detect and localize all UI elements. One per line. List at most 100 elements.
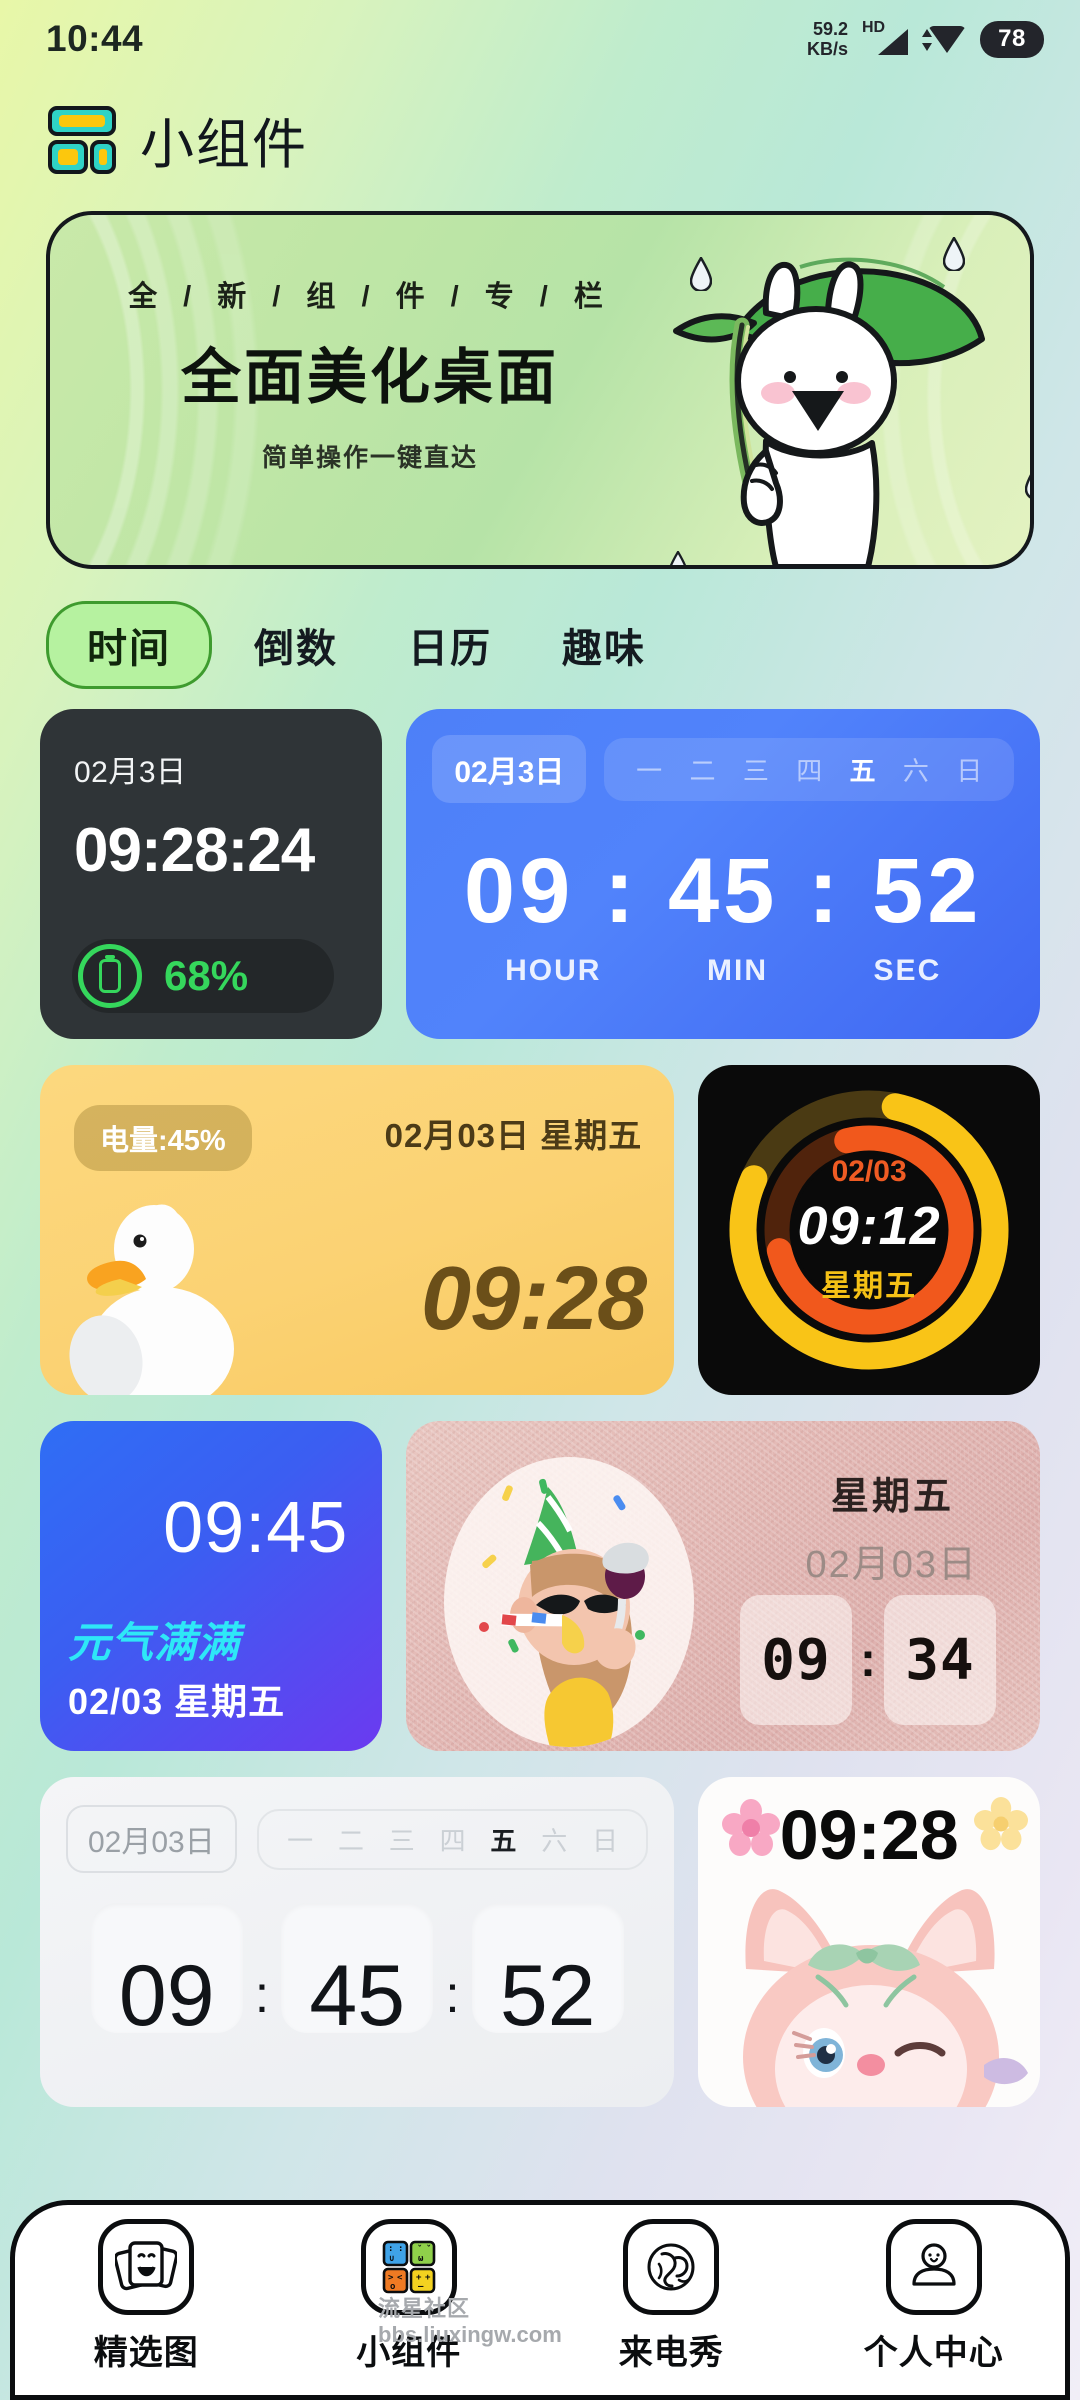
tab-fun[interactable]: 趣味 — [534, 602, 674, 688]
pink-clock-hour: 09 — [761, 1627, 831, 1693]
weekday-sun: 日 — [592, 1825, 619, 1856]
promo-banner[interactable]: 全 / 新 / 组 / 件 / 专 / 栏 全面美化桌面 简单操作一键直达 — [46, 211, 1034, 569]
weekday-mon: 一 — [287, 1825, 314, 1856]
ring-clock-date: 02/03 — [831, 1155, 907, 1188]
blue-clock-date: 02月3日 — [432, 735, 587, 803]
weekday-sun: 日 — [956, 755, 983, 786]
blue-clock-second: 52 — [872, 840, 983, 942]
flower-pink-icon — [722, 1799, 781, 1862]
banner-kicker: 全 / 新 / 组 / 件 / 专 / 栏 — [128, 281, 612, 313]
pink-clock-minute: 34 — [905, 1627, 975, 1693]
raindrop-icon — [1025, 465, 1030, 499]
flip-clock-minute: 45 — [309, 1947, 406, 2044]
ring-clock-weekday: 星期五 — [821, 1270, 918, 1303]
widget-dark-clock[interactable]: 02月3日 09:28:24 68% — [40, 709, 383, 1039]
widget-row: 02月3日 09:28:24 68% 02月3日 一 二 三 四 五 六 日 0… — [40, 709, 1040, 1039]
nav-label-featured-images: 精选图 — [93, 2333, 199, 2372]
banner-text-block: 全 / 新 / 组 / 件 / 专 / 栏 全面美化桌面 简单操作一键直达 — [50, 273, 690, 474]
nav-item-profile[interactable]: 个人中心 — [834, 2218, 1034, 2374]
svg-text:o: o — [390, 2282, 395, 2292]
svg-text:ˇ: ˇ — [426, 2244, 431, 2255]
gradient-clock-tagline: 元气满满 — [68, 1619, 241, 1666]
svg-text::: : — [398, 2244, 403, 2254]
tab-calendar[interactable]: 日历 — [380, 602, 520, 688]
blue-clock-weekdays: 一 二 三 四 五 六 日 — [604, 737, 1014, 801]
weekday-thu: 四 — [796, 755, 823, 786]
dark-clock-battery-percent: 68% — [164, 952, 249, 999]
widget-grid-icon — [46, 104, 118, 176]
raindrop-icon — [668, 551, 688, 565]
svg-text:<: < — [397, 2273, 403, 2283]
weekday-fri: 五 — [490, 1825, 517, 1856]
raindrop-icon — [690, 257, 712, 291]
flip-clock-sep1: : — [254, 1966, 270, 2024]
weekday-sat: 六 — [541, 1825, 568, 1856]
ring-clock-time: 09:12 — [797, 1196, 941, 1256]
gradient-clock-date: 02/03 星期五 — [68, 1681, 286, 1722]
label-hour: HOUR — [505, 954, 602, 987]
pink-clock-date: 02月03日 — [805, 1544, 978, 1586]
widget-pink-clock[interactable]: 星期五 02月03日 09 : 34 — [406, 1421, 1040, 1751]
widget-fox-clock[interactable]: 09:28 — [698, 1777, 1040, 2107]
gradient-clock-time: 09:45 — [163, 1488, 349, 1568]
flip-clock-second: 52 — [499, 1947, 596, 2044]
widget-ring-clock[interactable]: 02/03 09:12 星期五 — [698, 1065, 1040, 1395]
svg-text:—: — — [418, 2282, 424, 2292]
raindrop-icon — [943, 237, 965, 271]
blue-clock-unit-labels: HOUR MIN SEC — [406, 944, 1040, 988]
widget-blue-clock[interactable]: 02月3日 一 二 三 四 五 六 日 09 : 45 : 52 HOUR MI… — [406, 709, 1040, 1039]
flip-clock-header: 02月03日 一 二 三 四 五 六 日 — [66, 1805, 649, 1873]
svg-text:+: + — [425, 2273, 431, 2283]
flip-clock-hour: 09 — [118, 1947, 215, 2044]
nav-item-featured-images[interactable]: 精选图 — [46, 2218, 246, 2374]
weekday-tue: 二 — [689, 755, 716, 786]
wifi-traffic-arrows-icon — [922, 29, 933, 51]
flip-clock-time: 09 : 45 : 52 — [66, 1903, 648, 2044]
svg-text:ω: ω — [418, 2254, 424, 2264]
category-tabs: 时间 倒数 日历 趣味 — [0, 569, 1080, 699]
dark-clock-time: 09:28:24 — [74, 816, 315, 885]
duck-clock-date: 02月03日 星期五 — [384, 1117, 643, 1154]
signal-bars-icon — [878, 29, 908, 55]
pink-clock-minute-box: 34 — [884, 1595, 996, 1725]
status-indicators: 59.2 KB/s HD 78 — [807, 19, 1044, 59]
dark-clock-date: 02月3日 — [74, 756, 187, 789]
pink-clock-time: 09 : 34 — [740, 1595, 996, 1725]
svg-text::: : — [388, 2244, 393, 2254]
flip-clock-date: 02月03日 — [66, 1805, 237, 1873]
network-speed-unit: KB/s — [806, 39, 848, 59]
nav-item-call-show[interactable]: 来电秀 — [571, 2218, 771, 2374]
weekday-tue: 二 — [337, 1825, 364, 1856]
signal-icon: HD — [862, 19, 908, 57]
widget-flip-clock[interactable]: 02月03日 一 二 三 四 五 六 日 09 : 45: 52 — [40, 1777, 675, 2107]
watermark-line2: bbs.liuxingw.com — [378, 2322, 562, 2348]
tab-time[interactable]: 时间 — [46, 601, 212, 689]
photo-cards-icon — [98, 2218, 195, 2315]
ring-clock-center: 02/03 09:12 星期五 — [698, 1155, 1040, 1305]
banner-title: 全面美化桌面 — [181, 344, 559, 411]
nav-label-call-show: 来电秀 — [618, 2333, 724, 2372]
blue-clock-sep2: : — [807, 840, 843, 942]
user-icon — [885, 2218, 982, 2315]
party-girl-with-wine-illustration — [444, 1457, 695, 1747]
watermark-line1: 流星社区 — [378, 2296, 471, 2322]
tab-countdown[interactable]: 倒数 — [226, 602, 366, 688]
duck-clock-battery-label: 电量:45% — [74, 1105, 252, 1171]
page-title: 小组件 — [140, 115, 308, 175]
flip-clock-sep2: : — [445, 1966, 460, 2024]
weekday-wed: 三 — [388, 1825, 415, 1856]
pink-clock-hour-box: 09 — [740, 1595, 853, 1725]
blue-clock-hour: 09 — [463, 840, 575, 942]
widget-gradient-clock[interactable]: 09:45 元气满满 02/03 星期五 — [40, 1421, 383, 1751]
battery-status-badge: 78 — [980, 20, 1044, 58]
widget-row: 09:45 元气满满 02/03 星期五 星期五 02月03日 09: 34 — [40, 1421, 1040, 1751]
blue-clock-time: 09 : 45 : 52 — [406, 839, 1040, 944]
duck-clock-time: 09:28 — [421, 1249, 647, 1349]
label-sec: SEC — [873, 954, 942, 987]
wifi-cone-icon — [928, 25, 966, 53]
watermark: 流星社区 bbs.liuxingw.com — [378, 2296, 562, 2348]
pink-clock-sep: : — [860, 1633, 876, 1687]
weekday-wed: 三 — [742, 755, 769, 786]
call-show-icon — [623, 2218, 720, 2315]
widget-duck-clock[interactable]: 电量:45% 02月03日 星期五 09:28 — [40, 1065, 675, 1395]
